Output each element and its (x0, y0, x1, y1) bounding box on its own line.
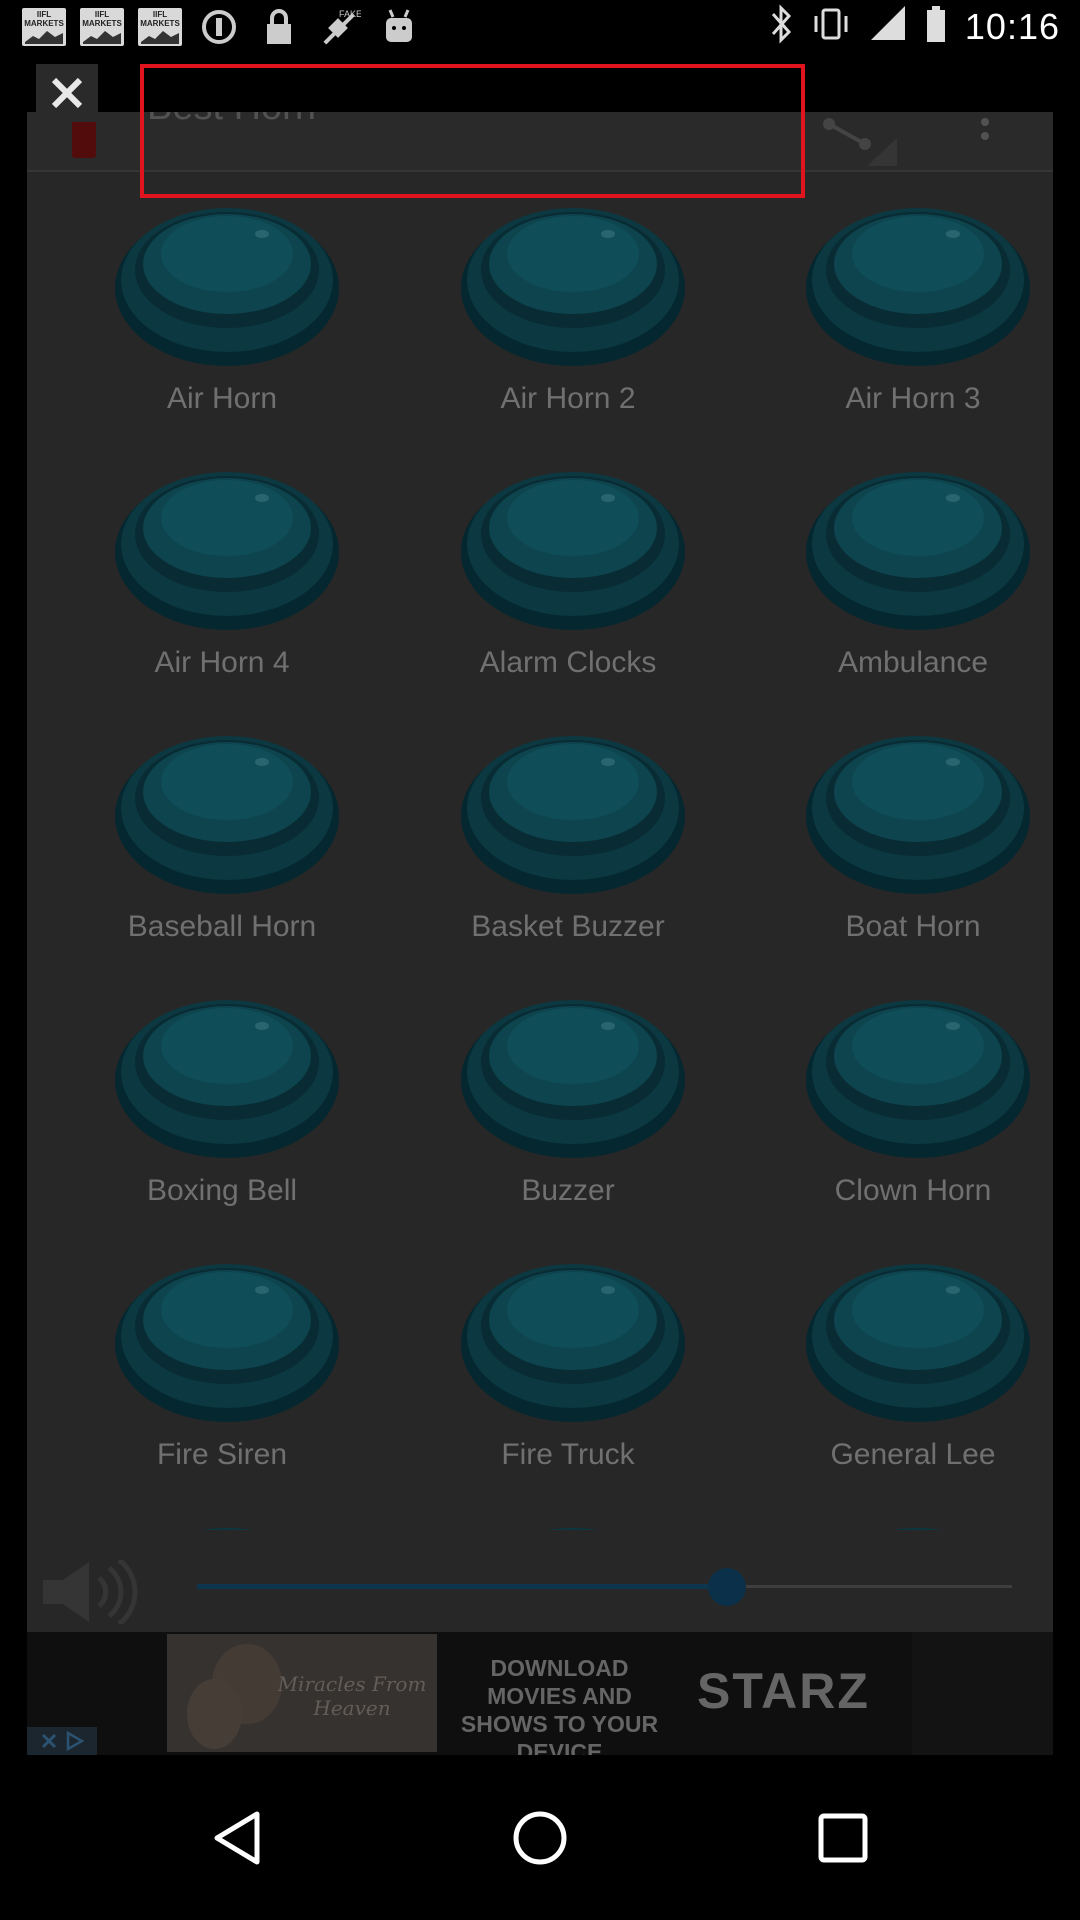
home-icon (513, 1811, 567, 1865)
vibrate-icon (811, 4, 851, 49)
market-label: IIFL MARKETS (24, 10, 64, 28)
close-button[interactable] (36, 64, 98, 122)
recents-button[interactable] (803, 1798, 883, 1878)
battery-icon (925, 4, 947, 49)
notification-icons: IIFL MARKETS IIFL MARKETS IIFL MARKETS F… (22, 6, 422, 48)
back-icon (214, 1811, 260, 1865)
highlight-box (140, 64, 805, 198)
fake-gps-icon: FAKE (316, 6, 362, 48)
clock: 10:16 (964, 5, 1060, 47)
iifl-markets-icon: IIFL MARKETS (80, 8, 124, 46)
market-label: IIFL MARKETS (82, 10, 122, 28)
iifl-markets-icon: IIFL MARKETS (138, 8, 182, 46)
lock-icon (256, 6, 302, 48)
market-label: IIFL MARKETS (140, 10, 180, 28)
system-icons: 10:16 (769, 4, 1060, 49)
android-icon (376, 6, 422, 48)
close-icon[interactable] (50, 76, 84, 110)
recents-icon (818, 1813, 868, 1863)
navigation-bar (0, 1756, 1080, 1920)
svg-text:FAKE: FAKE (339, 9, 361, 19)
bluetooth-icon (769, 4, 793, 49)
back-button[interactable] (197, 1798, 277, 1878)
iifl-markets-icon: IIFL MARKETS (22, 8, 66, 46)
home-button[interactable] (500, 1798, 580, 1878)
dim-overlay (0, 56, 1080, 1756)
do-not-disturb-icon (196, 6, 242, 48)
signal-icon (869, 4, 907, 49)
status-bar: IIFL MARKETS IIFL MARKETS IIFL MARKETS F… (0, 0, 1080, 56)
